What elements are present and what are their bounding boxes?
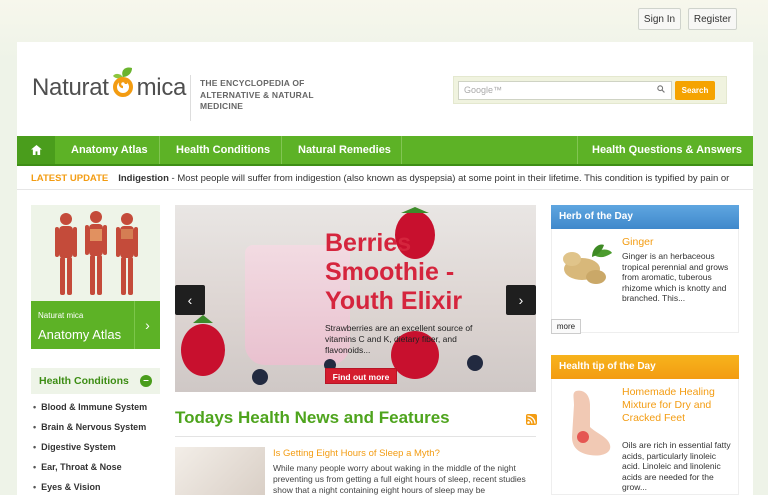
- anatomy-atlas-bar: Naturat mica Anatomy Atlas ›: [31, 301, 160, 349]
- nav-divider: [401, 136, 402, 164]
- site-logo[interactable]: Naturat mica: [32, 67, 187, 102]
- more-button[interactable]: more: [551, 319, 581, 334]
- slider-headline[interactable]: Berries Smoothie - Youth Elixir: [325, 229, 495, 316]
- health-tip-header: Health tip of the Day: [551, 355, 739, 379]
- nav-natural-remedies[interactable]: Natural Remedies: [298, 136, 391, 164]
- page-container: Naturat mica THE ENCYCLOPEDIA OF ALTERNA…: [17, 42, 753, 495]
- health-conditions-title: Health Conditions: [39, 375, 129, 387]
- health-conditions-header[interactable]: Health Conditions –: [31, 368, 160, 394]
- news-item-text: While many people worry about waking in …: [273, 463, 526, 495]
- logo-divider: [190, 75, 191, 121]
- home-nav-button[interactable]: [17, 136, 55, 164]
- tip-text: Oils are rich in essential fatty acids, …: [622, 440, 731, 492]
- collapse-icon[interactable]: –: [140, 375, 152, 387]
- chevron-right-icon[interactable]: ›: [134, 301, 160, 349]
- herb-of-the-day-header: Herb of the Day: [551, 205, 739, 229]
- slider-description: Strawberries are an excellent source of …: [325, 323, 473, 355]
- list-item[interactable]: Ear, Throat & Nose: [33, 462, 147, 482]
- news-thumbnail[interactable]: [175, 447, 265, 495]
- news-item-title[interactable]: Is Getting Eight Hours of Sleep a Myth?: [273, 448, 440, 459]
- latest-update-text: - Most people will suffer from indigesti…: [168, 173, 730, 184]
- search-input[interactable]: Google™: [458, 81, 672, 100]
- anatomy-atlas-card[interactable]: Naturat mica Anatomy Atlas ›: [31, 205, 160, 349]
- search-button[interactable]: Search: [675, 81, 715, 100]
- sign-in-button[interactable]: Sign In: [638, 8, 681, 30]
- latest-update-title[interactable]: Indigestion: [118, 173, 169, 184]
- nav-divider: [281, 136, 282, 164]
- search-box: Google™ Search: [453, 76, 727, 104]
- list-item[interactable]: Eyes & Vision: [33, 482, 147, 495]
- find-out-more-button[interactable]: Find out more: [325, 368, 397, 384]
- nav-health-qa[interactable]: Health Questions & Answers: [592, 136, 742, 164]
- news-heading: Todays Health News and Features: [175, 408, 450, 427]
- latest-update-label: LATEST UPDATE: [31, 173, 109, 184]
- ginger-image: [563, 244, 612, 284]
- chevron-left-icon[interactable]: ‹: [175, 285, 205, 315]
- anatomy-figures-image: [55, 211, 138, 295]
- foot-image: [572, 390, 611, 456]
- list-item[interactable]: Brain & Nervous System: [33, 422, 147, 442]
- list-item[interactable]: Blood & Immune System: [33, 402, 147, 422]
- search-placeholder: Google™: [464, 85, 503, 95]
- nav-divider: [159, 136, 160, 164]
- register-button[interactable]: Register: [688, 8, 737, 30]
- site-tagline: THE ENCYCLOPEDIA OF ALTERNATIVE & NATURA…: [200, 78, 314, 111]
- nav-anatomy-atlas[interactable]: Anatomy Atlas: [71, 136, 148, 164]
- home-icon: [30, 145, 42, 155]
- nav-health-conditions[interactable]: Health Conditions: [176, 136, 270, 164]
- logo-text-part1: Naturat: [32, 74, 109, 101]
- chevron-right-icon[interactable]: ›: [506, 285, 536, 315]
- featured-slider: Berries Smoothie - Youth Elixir Strawber…: [175, 205, 536, 392]
- health-conditions-list: Blood & Immune System Brain & Nervous Sy…: [33, 402, 147, 495]
- health-tip-box: Homemade Healing Mixture for Dry and Cra…: [551, 379, 739, 495]
- latest-update-ticker: LATEST UPDATE Indigestion - Most people w…: [17, 168, 753, 190]
- tip-title[interactable]: Homemade Healing Mixture for Dry and Cra…: [622, 386, 734, 425]
- herb-text: Ginger is an herbaceous tropical perenni…: [622, 251, 729, 303]
- logo-leaf-icon: [110, 67, 136, 101]
- herb-title[interactable]: Ginger: [622, 236, 654, 249]
- news-divider: [175, 436, 536, 437]
- logo-text-part2: mica: [136, 74, 187, 101]
- search-icon: [657, 85, 665, 95]
- rss-icon[interactable]: [526, 414, 537, 425]
- list-item[interactable]: Digestive System: [33, 442, 147, 462]
- nav-divider: [577, 136, 578, 164]
- herb-of-the-day-box: Ginger Ginger is an herbaceous tropical …: [551, 229, 739, 333]
- anatomy-atlas-title: Anatomy Atlas: [38, 327, 122, 342]
- main-nav: Anatomy Atlas Health Conditions Natural …: [17, 136, 753, 166]
- mini-logo: Naturat mica: [38, 311, 84, 320]
